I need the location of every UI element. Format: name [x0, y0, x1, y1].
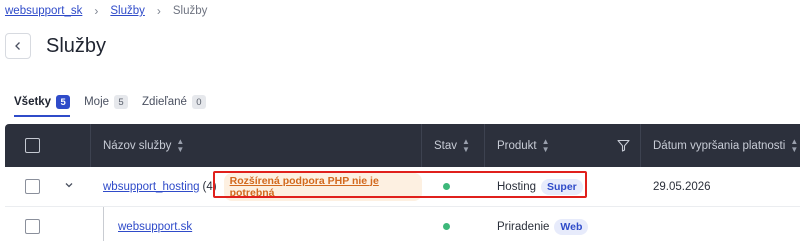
tab-label: Všetky: [14, 96, 52, 108]
services-table: Názov služby ▲ ▼ Stav ▲ ▼ Produkt ▲ ▼ Dátum…: [5, 124, 800, 241]
product-cell: Hosting Super: [485, 167, 641, 206]
tab-count-badge: 0: [191, 95, 206, 109]
row-select-cell: [5, 167, 49, 206]
row-select-cell: [5, 207, 91, 241]
product-cell: Priradenie Web: [485, 207, 641, 241]
column-header-expiry[interactable]: Dátum vypršania platnosti ▲ ▼: [641, 124, 800, 167]
column-header-name[interactable]: Názov služby ▲ ▼: [91, 124, 422, 167]
row-checkbox[interactable]: [25, 219, 40, 234]
php-warning-badge[interactable]: Rozšírená podpora PHP nie je potrebná: [223, 172, 422, 201]
row-checkbox[interactable]: [25, 179, 40, 194]
funnel-icon: [617, 139, 630, 152]
tab-count-badge: 5: [114, 95, 129, 109]
select-all-checkbox[interactable]: [25, 138, 40, 153]
column-header-product[interactable]: Produkt ▲ ▼: [485, 124, 641, 167]
breadcrumb-current: Služby: [172, 5, 208, 17]
chevron-right-icon: ›: [94, 4, 99, 18]
tab-shared[interactable]: Zdieľané 0: [142, 91, 206, 113]
tab-label: Moje: [84, 96, 110, 108]
status-cell: [422, 207, 485, 241]
page-title: Služby: [46, 34, 107, 57]
breadcrumb: websupport_sk › Služby › Služby: [5, 4, 207, 18]
chevron-down-glyph: [65, 183, 73, 188]
chevron-right-icon: ›: [156, 4, 161, 18]
column-label: Produkt: [497, 139, 537, 152]
subservice-count: (4): [202, 180, 217, 193]
sort-icon: ▲ ▼: [790, 136, 799, 154]
table-row[interactable]: websupport.sk Priradenie Web: [5, 207, 800, 241]
expiry-date: 29.05.2026: [653, 180, 711, 193]
expiry-cell: [641, 207, 800, 241]
service-name-link[interactable]: wbsupport_hosting: [103, 181, 200, 193]
back-button[interactable]: [5, 33, 31, 59]
tree-connector-line: [103, 207, 104, 241]
table-row[interactable]: wbsupport_hosting (4) Rozšírená podpora …: [5, 167, 800, 207]
sort-icon: ▲ ▼: [176, 136, 185, 154]
tab-label: Zdieľané: [142, 96, 187, 108]
page-header: Služby: [5, 33, 106, 59]
expand-cell: [49, 167, 91, 206]
column-label: Dátum vypršania platnosti: [653, 139, 786, 152]
breadcrumb-services-link[interactable]: Služby: [110, 5, 145, 17]
select-all-cell: [5, 124, 91, 167]
table-header: Názov služby ▲ ▼ Stav ▲ ▼ Produkt ▲ ▼ Dátum…: [5, 124, 800, 167]
status-active-dot: [443, 183, 450, 190]
product-name: Priradenie: [497, 220, 550, 233]
sort-icon: ▲ ▼: [541, 136, 550, 154]
tab-mine[interactable]: Moje 5: [84, 91, 129, 113]
sort-icon: ▲ ▼: [462, 136, 470, 154]
tab-bar: Všetky 5 Moje 5 Zdieľané 0: [14, 91, 220, 117]
chevron-left-icon: [15, 42, 20, 50]
status-active-dot: [443, 223, 450, 230]
tab-all[interactable]: Všetky 5: [14, 91, 71, 117]
product-name: Hosting: [497, 180, 536, 193]
column-label: Názov služby: [103, 139, 172, 152]
plan-badge: Web: [554, 218, 589, 235]
plan-badge: Super: [541, 178, 583, 195]
expiry-cell: 29.05.2026: [641, 167, 800, 206]
filter-icon[interactable]: [617, 139, 630, 152]
column-header-status[interactable]: Stav ▲ ▼: [422, 124, 485, 167]
service-name-link[interactable]: websupport.sk: [118, 221, 192, 233]
tab-count-badge: 5: [56, 95, 71, 109]
service-name-cell: websupport.sk: [91, 207, 422, 241]
status-cell: [422, 167, 485, 206]
service-name-cell: wbsupport_hosting (4) Rozšírená podpora …: [91, 167, 422, 206]
breadcrumb-root-link[interactable]: websupport_sk: [5, 5, 82, 17]
column-label: Stav: [434, 139, 458, 152]
chevron-down-icon[interactable]: [64, 180, 74, 193]
